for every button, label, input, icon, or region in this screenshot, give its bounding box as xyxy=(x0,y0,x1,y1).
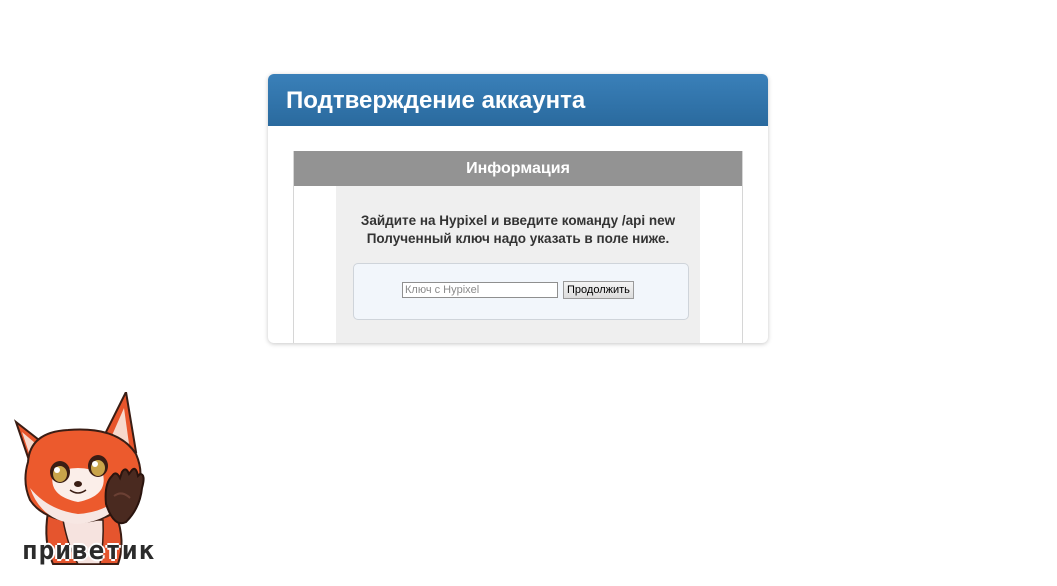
panel-title: Подтверждение аккаунта xyxy=(268,74,768,126)
api-key-input[interactable] xyxy=(402,282,558,298)
info-body: Зайдите на Hypixel и введите команду /ap… xyxy=(336,186,700,343)
info-box: Информация Зайдите на Hypixel и введите … xyxy=(293,151,743,343)
account-confirmation-panel: Подтверждение аккаунта Информация Зайдит… xyxy=(268,74,768,343)
instruction-line-1: Зайдите на Hypixel и введите команду /ap… xyxy=(360,213,676,228)
key-form: Продолжить xyxy=(353,263,689,320)
continue-button[interactable]: Продолжить xyxy=(563,281,634,299)
info-title: Информация xyxy=(294,151,742,186)
page: Подтверждение аккаунта Информация Зайдит… xyxy=(0,0,1057,586)
sticker-caption: приветик xyxy=(22,536,156,566)
instruction-line-2: Полученный ключ надо указать в поле ниже… xyxy=(366,231,670,246)
instructions: Зайдите на Hypixel и введите команду /ap… xyxy=(336,212,700,248)
